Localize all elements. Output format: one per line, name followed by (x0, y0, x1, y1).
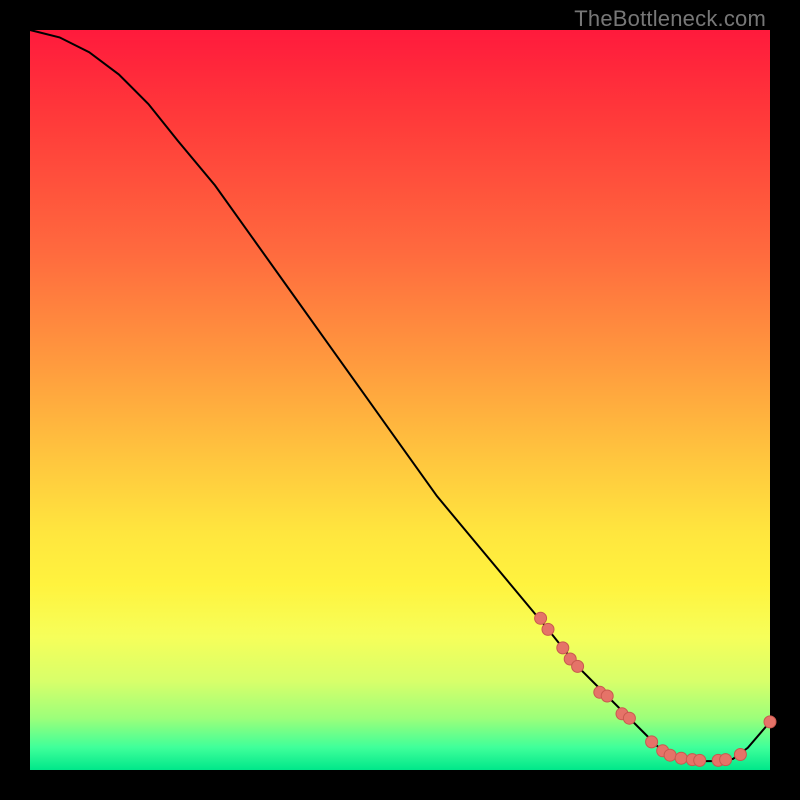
curve-marker (572, 660, 584, 672)
curve-marker (623, 712, 635, 724)
bottleneck-curve-line (30, 30, 770, 761)
chart-stage: TheBottleneck.com (0, 0, 800, 800)
plot-area (30, 30, 770, 770)
curve-marker (675, 752, 687, 764)
curve-marker (601, 690, 613, 702)
curve-marker (557, 642, 569, 654)
curve-marker (542, 623, 554, 635)
curve-marker (694, 754, 706, 766)
curve-marker (664, 749, 676, 761)
curve-marker (535, 612, 547, 624)
curve-marker (734, 749, 746, 761)
curve-markers (535, 612, 776, 766)
curve-marker (764, 716, 776, 728)
curve-marker (720, 754, 732, 766)
watermark-label: TheBottleneck.com (574, 6, 766, 32)
curve-layer (30, 30, 770, 770)
curve-marker (646, 736, 658, 748)
